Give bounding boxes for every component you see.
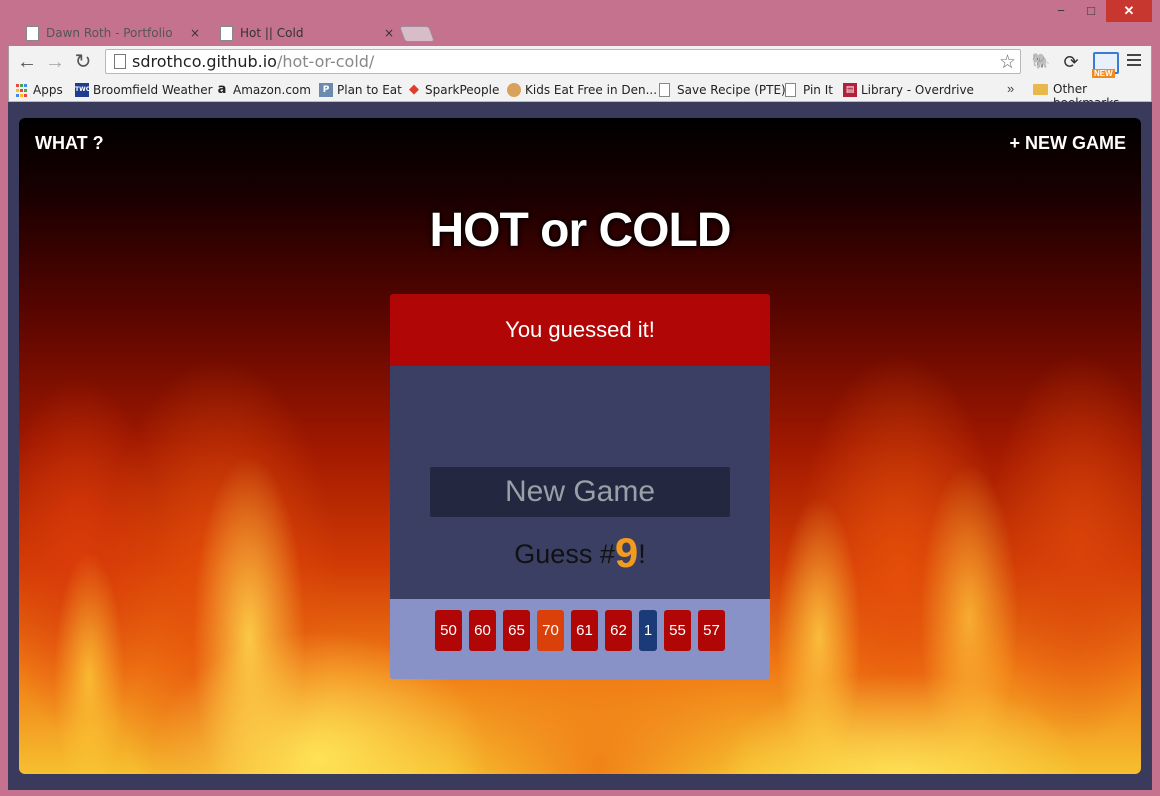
bookmark-label: Save Recipe (PTE) [677, 83, 786, 97]
bookmarks-overflow-chevron-icon[interactable]: » [1007, 81, 1014, 96]
browser-titlebar: Dawn Roth - Portfolio × Hot || Cold × − … [0, 0, 1160, 46]
guess-chip: 61 [571, 610, 598, 651]
what-link[interactable]: WHAT ? [35, 133, 104, 154]
game-card: You guessed it! New Game Guess #9! 50 60… [390, 294, 770, 679]
guess-chip: 1 [639, 610, 657, 651]
window-controls: − □ ✕ [1046, 0, 1152, 22]
bookmark-label: Broomfield Weather [93, 83, 213, 97]
kids-icon [507, 83, 521, 97]
reload-icon[interactable]: ↻ [71, 50, 95, 74]
guess-chip: 62 [605, 610, 632, 651]
url-host: sdrothco.github.io [132, 52, 277, 71]
guess-suffix: ! [638, 539, 646, 569]
pte-icon: P [319, 83, 333, 97]
forward-icon[interactable]: → [43, 50, 67, 74]
folder-icon [1033, 84, 1048, 95]
page-favicon-icon [220, 26, 233, 41]
page-icon [785, 83, 796, 97]
url-path: /hot-or-cold/ [276, 52, 375, 71]
bookmark-library-overdrive[interactable]: ▤ Library - Overdrive [843, 82, 974, 98]
minimize-icon[interactable]: − [1046, 0, 1076, 22]
bookmark-label: Plan to Eat [337, 83, 402, 97]
guess-chip: 70 [537, 610, 564, 651]
extension-new-icon[interactable]: NEW [1092, 52, 1119, 78]
back-icon[interactable]: ← [15, 50, 39, 74]
page-icon [114, 54, 126, 69]
page-icon [659, 83, 670, 97]
bookmark-kids-eat-free[interactable]: Kids Eat Free in Den... [507, 82, 657, 98]
close-tab-icon[interactable]: × [190, 20, 200, 46]
page-favicon-icon [26, 26, 39, 41]
new-tab-button[interactable] [399, 26, 435, 42]
sparkpeople-icon: ◆ [409, 82, 419, 97]
close-window-icon[interactable]: ✕ [1106, 0, 1152, 22]
amazon-icon: a [217, 82, 227, 97]
tab-title: Hot || Cold [240, 26, 304, 40]
guess-chip: 57 [698, 610, 725, 651]
apps-icon [16, 84, 30, 98]
bookmark-apps[interactable]: Apps [15, 82, 63, 98]
bookmark-label: Apps [33, 83, 63, 97]
guess-count: 9 [614, 529, 639, 576]
new-game-button[interactable]: New Game [430, 467, 730, 517]
maximize-icon[interactable]: □ [1076, 0, 1106, 22]
guess-list: 50 60 65 70 61 62 1 55 57 [435, 610, 732, 651]
game-body: New Game Guess #9! [390, 366, 770, 599]
bookmark-pin-it[interactable]: Pin It [785, 82, 833, 98]
tab-hot-or-cold[interactable]: Hot || Cold × [206, 20, 402, 46]
guess-history: 50 60 65 70 61 62 1 55 57 [390, 599, 770, 679]
bookmark-star-icon[interactable]: ☆ [999, 51, 1016, 74]
evernote-icon[interactable]: 🐘 [1031, 52, 1051, 72]
bookmark-label: Pin It [803, 83, 833, 97]
tab-portfolio[interactable]: Dawn Roth - Portfolio × [12, 20, 208, 46]
library-icon: ▤ [843, 83, 857, 97]
browser-toolbar: ← → ↻ sdrothco.github.io/hot-or-cold/ ☆ … [8, 46, 1152, 78]
page-title: HOT or COLD [429, 204, 732, 257]
guess-chip: 50 [435, 610, 462, 651]
new-badge: NEW [1092, 69, 1115, 78]
bookmark-broomfield-weather[interactable]: TWC Broomfield Weather [75, 82, 213, 98]
game-container: WHAT ? + NEW GAME HOT or COLD You guesse… [19, 118, 1141, 774]
bookmark-plan-to-eat[interactable]: P Plan to Eat [319, 82, 402, 98]
bookmark-label: Library - Overdrive [861, 83, 974, 97]
guess-chip: 55 [664, 610, 691, 651]
tab-title: Dawn Roth - Portfolio [46, 26, 173, 40]
guess-chip: 60 [469, 610, 496, 651]
bookmark-label: Amazon.com [233, 83, 311, 97]
guess-counter: Guess #9! [390, 529, 770, 577]
bookmark-amazon[interactable]: a Amazon.com [215, 82, 311, 98]
chrome-menu-icon[interactable] [1127, 54, 1141, 66]
bookmarks-bar: Apps TWC Broomfield Weather a Amazon.com… [8, 78, 1152, 110]
new-game-link[interactable]: + NEW GAME [1009, 133, 1126, 154]
url-text[interactable]: sdrothco.github.io/hot-or-cold/ [132, 52, 374, 72]
guess-prefix: Guess # [514, 539, 615, 569]
feedback-banner: You guessed it! [390, 294, 770, 366]
page-viewport: WHAT ? + NEW GAME HOT or COLD You guesse… [8, 102, 1152, 790]
bookmark-save-recipe[interactable]: Save Recipe (PTE) [659, 82, 786, 98]
address-bar[interactable]: sdrothco.github.io/hot-or-cold/ ☆ [105, 49, 1021, 74]
sync-icon[interactable]: ⟳ [1061, 52, 1081, 72]
guess-chip: 65 [503, 610, 530, 651]
bookmark-label: SparkPeople [425, 83, 500, 97]
bookmark-sparkpeople[interactable]: ◆ SparkPeople [407, 82, 499, 98]
close-tab-icon[interactable]: × [384, 20, 394, 46]
twc-icon: TWC [75, 83, 90, 97]
bookmark-label: Kids Eat Free in Den... [525, 83, 658, 97]
